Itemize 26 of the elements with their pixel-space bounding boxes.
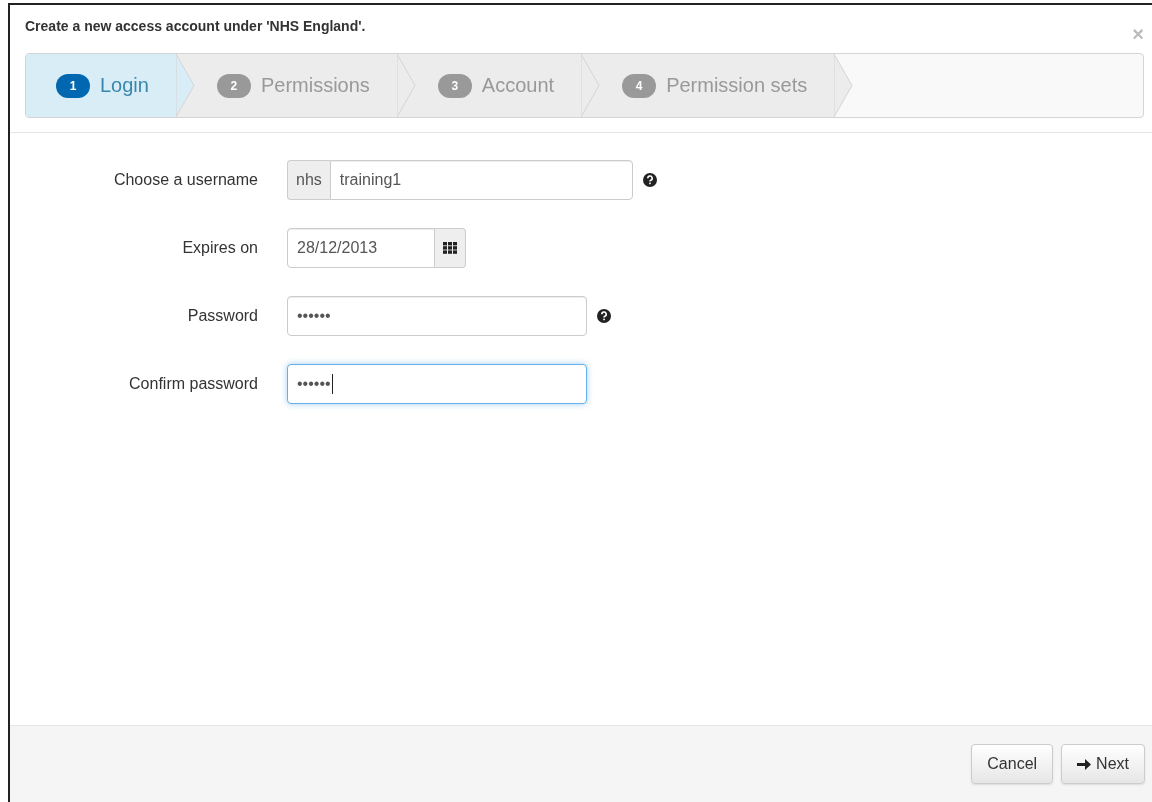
step-number: 1 [56, 73, 90, 98]
help-icon[interactable] [643, 173, 657, 187]
field-label: Password [186, 307, 259, 325]
step-label: Permission sets [666, 74, 808, 97]
username-prefix: nhs [287, 160, 330, 200]
field-label: Confirm password [128, 375, 259, 393]
step-number: 4 [622, 73, 657, 98]
calendar-icon [443, 242, 457, 254]
step-label: Account [481, 74, 555, 97]
cancel-button[interactable]: Cancel [971, 744, 1054, 784]
arrow-right-icon [1077, 757, 1092, 771]
password-field[interactable]: •••••• [287, 296, 587, 336]
password-field[interactable]: •••••• [287, 364, 587, 404]
calendar-button[interactable] [435, 228, 466, 268]
date-field[interactable]: 28/12/2013 [287, 228, 435, 268]
field-label: Expires on [181, 239, 259, 257]
step-label: Permissions [260, 74, 370, 97]
dialog-title: Create a new access account under 'NHS England'. [25, 18, 366, 34]
help-icon[interactable] [597, 309, 611, 323]
next-button[interactable]: Next [1061, 744, 1145, 784]
wizard-step[interactable]: 1 Login [26, 54, 195, 117]
username-field[interactable]: training1 [329, 160, 633, 200]
field-label: Choose a username [112, 171, 259, 189]
step-label: Login [100, 74, 149, 97]
step-number: 2 [216, 73, 251, 98]
step-number: 3 [437, 73, 472, 98]
